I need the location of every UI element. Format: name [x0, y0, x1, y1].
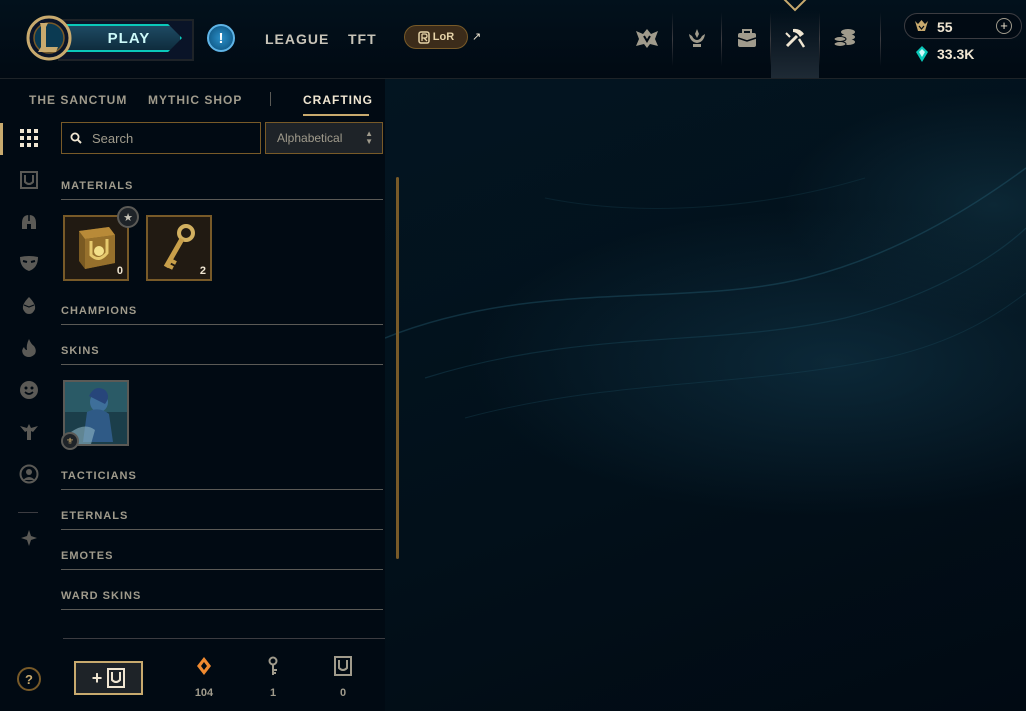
help-button[interactable]: ? — [17, 667, 41, 691]
riot-points-icon — [915, 20, 928, 31]
orange-essence-value: 104 — [194, 687, 214, 699]
section-divider — [61, 199, 383, 200]
section-ward-skins-title[interactable]: WARD SKINS — [61, 590, 141, 602]
star-badge-icon: ★ — [117, 206, 139, 228]
grid-icon[interactable] — [17, 126, 41, 150]
loot-tile-masterwork-chest[interactable]: 0 — [63, 215, 129, 281]
top-divider — [672, 12, 673, 66]
section-divider — [61, 569, 383, 570]
orange-essence-icon — [197, 657, 211, 675]
add-chest-button[interactable]: + — [74, 661, 143, 695]
active-tab-underline — [303, 114, 369, 116]
tactician-icon[interactable] — [17, 420, 41, 444]
tab-the-sanctum[interactable]: THE SANCTUM — [29, 93, 127, 107]
loot-icon[interactable] — [777, 20, 813, 56]
orange-essence-stat: 104 — [184, 656, 224, 699]
top-divider — [819, 12, 820, 66]
section-eternals-title[interactable]: ETERNALS — [61, 510, 128, 522]
bottom-divider — [63, 638, 385, 639]
lor-label: LoR — [432, 31, 455, 43]
section-divider — [61, 609, 383, 610]
alert-icon[interactable]: ! — [207, 24, 235, 52]
skin-rarity-badge-icon: ⚜ — [61, 432, 79, 450]
rail-active-indicator — [0, 123, 3, 155]
helmet-icon[interactable] — [17, 210, 41, 234]
section-emotes-title[interactable]: EMOTES — [61, 550, 113, 562]
section-divider — [61, 364, 383, 365]
section-tacticians-title[interactable]: TACTICIANS — [61, 470, 137, 482]
background-swirl — [385, 167, 1026, 419]
play-button[interactable]: PLAY — [58, 19, 194, 61]
play-button-label[interactable]: PLAY — [66, 24, 182, 52]
key-fragment-icon — [268, 656, 278, 675]
challenges-icon[interactable] — [679, 20, 715, 56]
flame-icon[interactable] — [17, 336, 41, 360]
sort-dropdown-value: Alphabetical — [277, 131, 343, 145]
ward-icon[interactable] — [17, 526, 41, 550]
top-divider — [770, 12, 771, 66]
key-fragment-value: 1 — [269, 687, 277, 699]
key-fragment-stat: 1 — [253, 656, 293, 699]
lor-logo-icon — [418, 30, 430, 44]
collection-icon[interactable] — [729, 20, 765, 56]
nav-league[interactable]: LEAGUE — [265, 31, 329, 47]
subnav-divider — [270, 92, 271, 106]
section-skins-title[interactable]: SKINS — [61, 345, 100, 357]
store-icon[interactable] — [827, 20, 863, 56]
chest-stat: 0 — [323, 656, 363, 699]
top-divider — [721, 12, 722, 66]
section-materials-title[interactable]: MATERIALS — [61, 180, 133, 192]
league-logo-icon[interactable] — [26, 15, 72, 61]
blue-essence-icon — [916, 46, 928, 62]
search-input[interactable] — [90, 129, 254, 147]
tab-mythic-shop[interactable]: MYTHIC SHOP — [148, 93, 242, 107]
riot-points-value: 55 — [937, 19, 953, 35]
add-chest-plus: + — [91, 667, 103, 688]
section-divider — [61, 529, 383, 530]
profile-icon[interactable] — [17, 462, 41, 486]
loot-tile-count: 0 — [116, 265, 123, 277]
blue-essence-value: 33.3K — [937, 46, 975, 62]
section-champions-title[interactable]: CHAMPIONS — [61, 305, 137, 317]
lor-button[interactable]: LoR — [404, 25, 468, 49]
search-field[interactable] — [61, 122, 261, 154]
section-divider — [61, 489, 383, 490]
chest-icon — [334, 656, 352, 676]
tab-crafting[interactable]: CRAFTING — [303, 93, 373, 107]
mask-icon[interactable] — [17, 251, 41, 275]
champions-icon[interactable] — [629, 20, 665, 56]
emote-face-icon[interactable] — [17, 378, 41, 402]
sort-dropdown[interactable]: Alphabetical ▲ ▼ — [265, 122, 383, 154]
chest-value: 0 — [339, 687, 347, 699]
loot-tile-count: 2 — [199, 265, 206, 277]
loot-scrollbar[interactable] — [396, 177, 399, 559]
external-link-icon: ↗ — [472, 31, 482, 43]
rail-divider — [18, 512, 38, 513]
active-tab-chevron-icon — [783, 0, 807, 12]
top-navigation-bar: PLAY ! LEAGUE TFT LoR ↗ 55 + 33.3K — [0, 0, 1026, 79]
egg-icon[interactable] — [17, 293, 41, 317]
chest-icon[interactable] — [17, 168, 41, 192]
search-icon — [70, 132, 82, 144]
nav-tft[interactable]: TFT — [348, 31, 377, 47]
loot-tile-hextech-key[interactable]: 2 — [146, 215, 212, 281]
buy-currency-button[interactable]: + — [996, 18, 1012, 34]
top-divider — [880, 12, 881, 66]
section-divider — [61, 324, 383, 325]
chest-icon — [107, 668, 126, 688]
sort-arrows-icon: ▲ ▼ — [365, 129, 373, 146]
